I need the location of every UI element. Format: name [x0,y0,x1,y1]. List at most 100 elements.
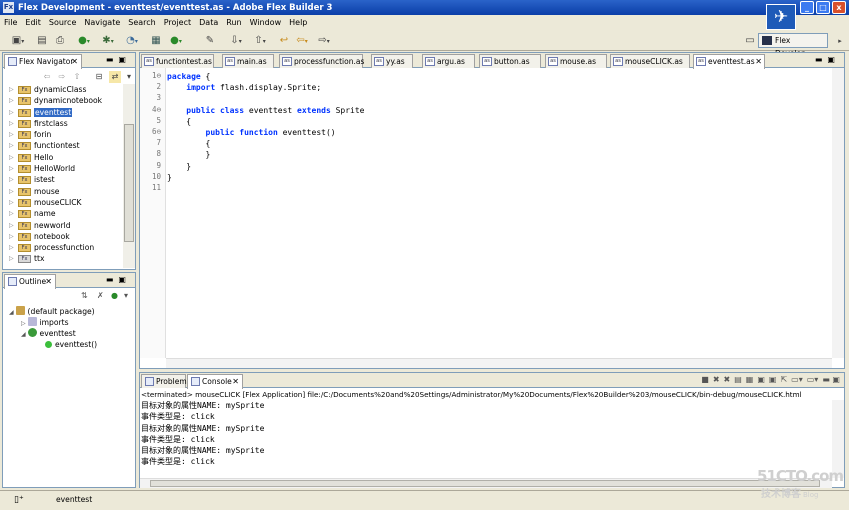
tree-item[interactable]: ▷ Fx istest [3,174,123,185]
forward-icon[interactable]: ⇨ [56,71,68,83]
menu-help[interactable]: Help [285,18,311,27]
hide-fields-icon[interactable]: ✗ [97,291,104,300]
hide-non-public-icon[interactable]: ● [111,291,118,300]
menu-window[interactable]: Window [246,18,286,27]
scrollbar-thumb[interactable] [124,124,134,242]
tree-item[interactable]: ▷ Fx name [3,208,123,219]
panel-min-max-icon[interactable]: ▬▣ [106,275,131,284]
tree-item[interactable]: ▷ Fx mouse [3,186,123,197]
show-stdout-icon[interactable]: ▣ [757,375,765,387]
navigator-scrollbar[interactable] [123,84,135,268]
watermark: 51CTO.com 技术博客 Blog [757,467,844,500]
tab-argu[interactable]: as argu.as [422,54,475,68]
code-area[interactable]: package { import flash.display.Sprite; p… [167,68,832,358]
scrollbar-thumb[interactable] [150,480,820,487]
tree-item[interactable]: ▷ Fx newworld [3,220,123,231]
menu-data[interactable]: Data [195,18,222,27]
edit-icon[interactable]: ✎ [202,34,218,48]
tab-mouseclick[interactable]: as mouseCLICK.as [610,54,690,68]
line-number-gutter: 1⊖ 2 3 4⊖ 5 6⊖ 7 8 9 10 11 [140,68,166,358]
tree-item[interactable]: ▷ Fx functiontest [3,140,123,151]
toolbar-overflow-icon[interactable]: ▸ [832,34,848,48]
menu-run[interactable]: Run [222,18,245,27]
print-icon[interactable]: ⎙ [52,34,68,48]
tab-processfunction[interactable]: as processfunction.as [279,54,364,68]
tab-yy[interactable]: as yy.as [371,54,413,68]
menu-edit[interactable]: Edit [21,18,45,27]
tree-item[interactable]: ▷ Fx dynamicnotebook [3,95,123,106]
menu-file[interactable]: File [0,18,21,27]
tab-mouse[interactable]: as mouse.as [545,54,607,68]
export-icon[interactable]: ▦ [148,34,164,48]
tab-flex-navigator[interactable]: Flex Navigator ✕ [4,54,82,69]
link-editor-icon[interactable]: ⇄ [109,71,121,83]
new-icon[interactable]: ▣▾ [10,34,26,48]
view-menu-icon[interactable]: ▾ [124,291,128,300]
prev-annotation-icon[interactable]: ⇧▾ [252,34,268,48]
menu-project[interactable]: Project [160,18,195,27]
pin-console-icon[interactable]: ⇱ [780,375,787,387]
menu-search[interactable]: Search [124,18,159,27]
editor-horizontal-scrollbar[interactable] [166,358,832,368]
menu-navigate[interactable]: Navigate [80,18,124,27]
project-folder-icon: Fx [18,86,31,94]
panel-min-max-icon[interactable]: ▬▣ [106,55,131,64]
tab-eventtest[interactable]: as eventtest.as ✕ [693,54,765,69]
view-menu-icon[interactable]: ▾ [123,71,135,83]
up-icon[interactable]: ⇧ [71,71,83,83]
minimize-button[interactable]: _ [800,1,814,14]
scroll-lock-icon[interactable]: ▦ [746,375,754,387]
tab-console[interactable]: Console ✕ [187,374,243,389]
tree-item-selected[interactable]: ▷ Fx eventtest [3,107,123,118]
close-icon[interactable]: ✕ [232,375,239,388]
tree-item[interactable]: ▷ Fx firstclass [3,118,123,129]
menu-source[interactable]: Source [45,18,80,27]
panel-min-max-icon[interactable]: ▬▣ [815,55,840,64]
profile-icon[interactable]: ◔▾ [124,34,140,48]
tree-item[interactable]: ▷ Fx forin [3,129,123,140]
close-icon[interactable]: ✕ [71,55,78,68]
flex-logo-icon: ✈ [766,4,796,30]
panel-min-max-icon[interactable]: ▬ ▣ [822,375,840,387]
external-tools-icon[interactable]: ●▾ [168,34,184,48]
forward-icon[interactable]: ⇨▾ [316,34,332,48]
run-icon[interactable]: ●▾ [76,34,92,48]
collapse-all-icon[interactable]: ⊟ [93,71,105,83]
save-icon[interactable]: ▤ [34,34,50,48]
tab-outline[interactable]: Outline ✕ [4,274,56,289]
tab-functiontest[interactable]: as functiontest.as [141,54,214,68]
back-icon[interactable]: ⇦ [41,71,53,83]
remove-all-icon[interactable]: ✖ [724,375,731,387]
clear-console-icon[interactable]: ▤ [734,375,742,387]
outline-node-method[interactable]: eventtest() [45,339,97,350]
display-console-icon[interactable]: ▭▾ [791,375,803,387]
close-button[interactable]: x [832,1,846,14]
tab-button[interactable]: as button.as [479,54,541,68]
last-edit-icon[interactable]: ↩ [276,34,292,48]
back-icon[interactable]: ⇦▾ [294,34,310,48]
debug-icon[interactable]: ✱▾ [100,34,116,48]
close-icon[interactable]: ✕ [755,55,762,68]
maximize-button[interactable]: □ [816,1,830,14]
sort-icon[interactable]: ⇅ [81,291,88,300]
open-console-icon[interactable]: ▭▾ [807,375,819,387]
close-icon[interactable]: ✕ [45,275,52,288]
remove-launch-icon[interactable]: ✖ [713,375,720,387]
open-perspective-icon[interactable]: ▭ [742,34,758,48]
next-annotation-icon[interactable]: ⇩▾ [228,34,244,48]
perspective-button[interactable]: Flex Develop... [758,33,828,58]
editor-vertical-scrollbar[interactable] [832,68,844,358]
terminate-icon[interactable]: ■ [701,375,709,387]
tree-item[interactable]: ▷ Fx notebook [3,231,123,242]
console-output[interactable]: 目标对象的属性NAME: mySprite 事件类型是: click 目标对象的… [141,400,832,480]
tab-problems[interactable]: Problems [141,374,191,388]
tree-item[interactable]: ▷ Fx mouseCLICK [3,197,123,208]
tree-item[interactable]: ▷ Fx processfunction [3,242,123,253]
tab-main[interactable]: as main.as [222,54,274,68]
tree-item[interactable]: ▷ Fx Hello [3,152,123,163]
console-horizontal-scrollbar[interactable] [140,478,832,488]
show-stderr-icon[interactable]: ▣ [769,375,777,387]
tree-item[interactable]: ▷ Fx dynamicClass [3,84,123,95]
tree-item[interactable]: ▷ Fx HelloWorld [3,163,123,174]
tree-item[interactable]: ▷ Fx ttx [3,253,123,264]
